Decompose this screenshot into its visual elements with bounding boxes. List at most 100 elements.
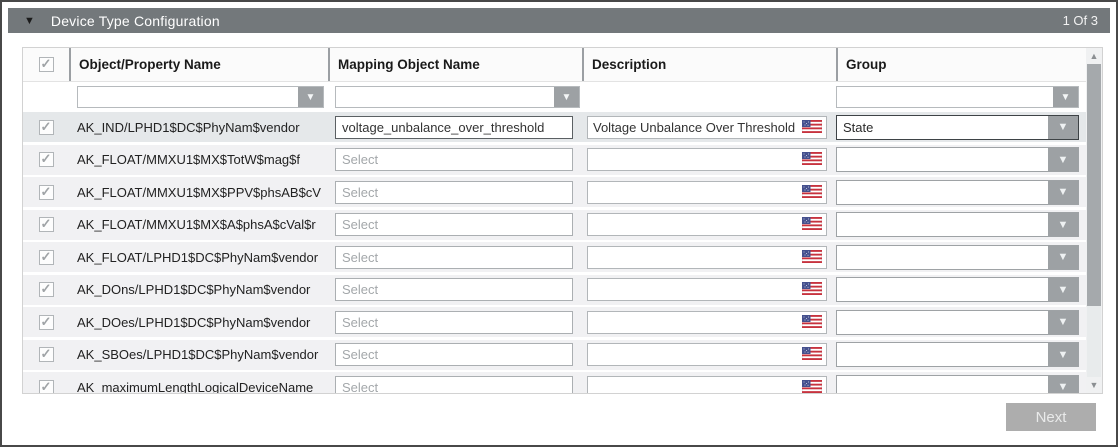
group-value — [837, 376, 1048, 395]
table-row[interactable]: ✓ AK_FLOAT/LPHD1$DC$PhyNam$vendor ▼ — [23, 242, 1102, 272]
dropdown-arrow-icon[interactable]: ▼ — [1048, 376, 1078, 395]
object-property-name: AK_DOes/LPHD1$DC$PhyNam$vendor — [69, 315, 328, 330]
description-input[interactable] — [588, 214, 806, 235]
group-dropdown[interactable]: ▼ — [836, 277, 1079, 302]
mapping-table: ✓ Object/Property Name Mapping Object Na… — [22, 47, 1103, 394]
dropdown-arrow-icon[interactable]: ▼ — [1048, 278, 1078, 301]
group-filter[interactable]: ▼ — [836, 86, 1079, 108]
table-body: ✓ AK_IND/LPHD1$DC$PhyNam$vendor State ▼ … — [23, 112, 1102, 394]
filter-dropdown-arrow-icon[interactable]: ▼ — [554, 87, 579, 107]
table-row[interactable]: ✓ AK_FLOAT/MMXU1$MX$TotW$mag$f ▼ — [23, 145, 1102, 175]
table-row[interactable]: ✓ AK_maximumLengthLogicalDeviceName ▼ — [23, 372, 1102, 394]
collapse-triangle-icon[interactable]: ▼ — [24, 15, 35, 27]
column-header-description: Description — [582, 48, 836, 81]
row-checkbox[interactable]: ✓ — [39, 152, 54, 167]
description-field — [587, 213, 827, 236]
scroll-up-icon[interactable]: ▲ — [1086, 48, 1102, 64]
description-field — [587, 181, 827, 204]
description-input[interactable] — [588, 117, 806, 138]
select-all-checkbox[interactable]: ✓ — [39, 57, 54, 72]
next-button[interactable]: Next — [1006, 403, 1096, 431]
filter-dropdown-arrow-icon[interactable]: ▼ — [1053, 87, 1078, 107]
us-flag-icon — [802, 315, 822, 328]
group-value — [837, 343, 1048, 366]
group-dropdown[interactable]: ▼ — [836, 342, 1079, 367]
row-checkbox[interactable]: ✓ — [39, 282, 54, 297]
description-field — [587, 311, 827, 334]
table-row[interactable]: ✓ AK_FLOAT/MMXU1$MX$PPV$phsAB$cV ▼ — [23, 177, 1102, 207]
row-checkbox[interactable]: ✓ — [39, 347, 54, 362]
description-field — [587, 246, 827, 269]
row-checkbox[interactable]: ✓ — [39, 120, 54, 135]
description-field — [587, 116, 827, 139]
mapping-object-input[interactable] — [335, 148, 573, 171]
table-row[interactable]: ✓ AK_SBOes/LPHD1$DC$PhyNam$vendor ▼ — [23, 340, 1102, 370]
us-flag-icon — [802, 250, 822, 263]
object-property-name: AK_maximumLengthLogicalDeviceName — [69, 380, 328, 395]
mapping-object-input[interactable] — [335, 246, 573, 269]
mapping-object-input[interactable] — [335, 116, 573, 139]
us-flag-icon — [802, 120, 822, 133]
vertical-scrollbar: ▲ ▼ — [1086, 48, 1102, 393]
mapping-object-input[interactable] — [335, 213, 573, 236]
scroll-down-icon[interactable]: ▼ — [1086, 377, 1102, 393]
description-input[interactable] — [588, 312, 806, 333]
description-field — [587, 343, 827, 366]
mapping-object-input[interactable] — [335, 376, 573, 395]
table-row[interactable]: ✓ AK_IND/LPHD1$DC$PhyNam$vendor State ▼ — [23, 112, 1102, 142]
dropdown-arrow-icon[interactable]: ▼ — [1048, 148, 1078, 171]
row-checkbox[interactable]: ✓ — [39, 217, 54, 232]
row-checkbox[interactable]: ✓ — [39, 185, 54, 200]
group-dropdown[interactable]: ▼ — [836, 180, 1079, 205]
group-dropdown[interactable]: ▼ — [836, 212, 1079, 237]
mapping-object-input[interactable] — [335, 181, 573, 204]
check-icon: ✓ — [41, 282, 52, 295]
mapping-object-filter[interactable]: ▼ — [335, 86, 580, 108]
dropdown-arrow-icon[interactable]: ▼ — [1048, 311, 1078, 334]
table-row[interactable]: ✓ AK_DOns/LPHD1$DC$PhyNam$vendor ▼ — [23, 275, 1102, 305]
us-flag-icon — [802, 217, 822, 230]
scrollbar-thumb[interactable] — [1087, 64, 1101, 306]
group-dropdown[interactable]: ▼ — [836, 147, 1079, 172]
mapping-object-input[interactable] — [335, 278, 573, 301]
mapping-object-input[interactable] — [335, 311, 573, 334]
panel-title-bar: ▼ Device Type Configuration 1 Of 3 — [8, 8, 1110, 33]
description-input[interactable] — [588, 279, 806, 300]
description-input[interactable] — [588, 377, 806, 395]
dropdown-arrow-icon[interactable]: ▼ — [1048, 181, 1078, 204]
object-property-name: AK_FLOAT/MMXU1$MX$TotW$mag$f — [69, 152, 328, 167]
column-header-object-property-name: Object/Property Name — [69, 48, 328, 81]
row-checkbox[interactable]: ✓ — [39, 380, 54, 395]
object-property-filter[interactable]: ▼ — [77, 86, 324, 108]
dropdown-arrow-icon[interactable]: ▼ — [1048, 343, 1078, 366]
table-row[interactable]: ✓ AK_DOes/LPHD1$DC$PhyNam$vendor ▼ — [23, 307, 1102, 337]
filter-row: ▼ ▼ ▼ — [23, 82, 1102, 112]
dropdown-arrow-icon[interactable]: ▼ — [1048, 246, 1078, 269]
mapping-object-input[interactable] — [335, 343, 573, 366]
group-value — [837, 148, 1048, 171]
description-input[interactable] — [588, 247, 806, 268]
column-header-group: Group — [836, 48, 1086, 81]
dropdown-arrow-icon[interactable]: ▼ — [1048, 213, 1078, 236]
group-dropdown[interactable]: ▼ — [836, 310, 1079, 335]
group-value — [837, 213, 1048, 236]
row-checkbox[interactable]: ✓ — [39, 315, 54, 330]
check-icon: ✓ — [41, 217, 52, 230]
group-dropdown[interactable]: State ▼ — [836, 115, 1079, 140]
filter-dropdown-arrow-icon[interactable]: ▼ — [298, 87, 323, 107]
description-input[interactable] — [588, 149, 806, 170]
description-input[interactable] — [588, 344, 806, 365]
device-type-configuration-panel: ▼ Device Type Configuration 1 Of 3 ✓ Obj… — [0, 0, 1118, 447]
object-property-name: AK_IND/LPHD1$DC$PhyNam$vendor — [69, 120, 328, 135]
scrollbar-track[interactable] — [1087, 306, 1101, 377]
description-input[interactable] — [588, 182, 806, 203]
group-dropdown[interactable]: ▼ — [836, 245, 1079, 270]
check-icon: ✓ — [41, 120, 52, 133]
group-value — [837, 181, 1048, 204]
column-header-mapping-object-name: Mapping Object Name — [328, 48, 582, 81]
dropdown-arrow-icon[interactable]: ▼ — [1048, 116, 1078, 139]
table-row[interactable]: ✓ AK_FLOAT/MMXU1$MX$A$phsA$cVal$r ▼ — [23, 210, 1102, 240]
panel-title: Device Type Configuration — [51, 13, 220, 29]
row-checkbox[interactable]: ✓ — [39, 250, 54, 265]
group-dropdown[interactable]: ▼ — [836, 375, 1079, 395]
